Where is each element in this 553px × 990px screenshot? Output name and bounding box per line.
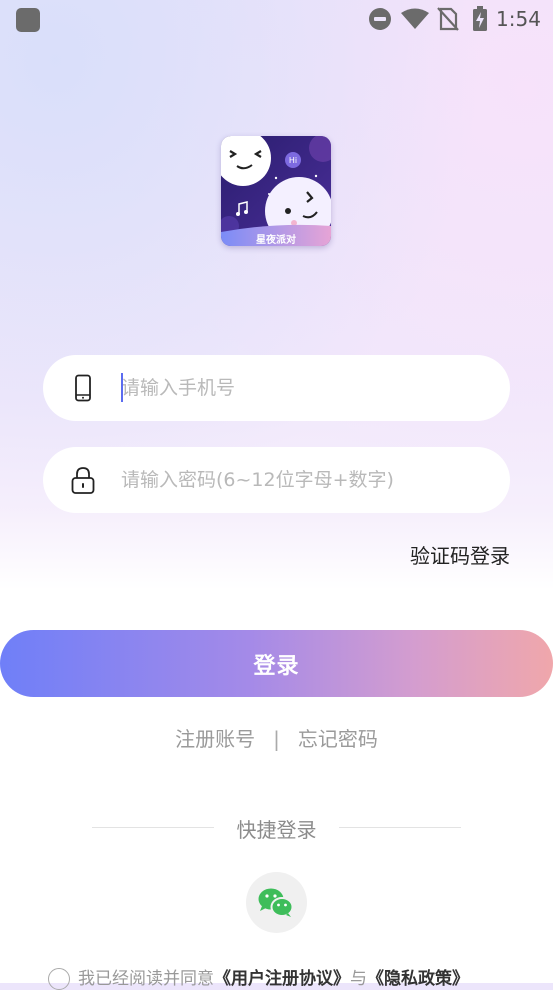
- agreement-conjunction: 与: [350, 969, 367, 989]
- forgot-password-link[interactable]: 忘记密码: [298, 723, 378, 752]
- password-input[interactable]: [121, 459, 491, 501]
- battery-charging-icon: [473, 6, 487, 31]
- phone-input-row[interactable]: [43, 355, 510, 421]
- do-not-disturb-icon: [369, 8, 391, 30]
- app-logo: Hi 星夜派对: [221, 136, 331, 246]
- phone-input[interactable]: [121, 367, 491, 409]
- user-agreement-link[interactable]: 《用户注册协议》: [214, 969, 350, 989]
- code-login-link[interactable]: 验证码登录: [410, 540, 510, 569]
- wechat-login-button[interactable]: [246, 872, 307, 933]
- agreement-prefix: 我已经阅读并同意: [78, 969, 214, 989]
- links-separator: |: [273, 727, 280, 751]
- login-button[interactable]: 登录: [0, 630, 553, 697]
- account-links: 注册账号 | 忘记密码: [0, 723, 553, 752]
- wechat-icon: [258, 888, 294, 917]
- password-input-row[interactable]: [43, 447, 510, 513]
- wifi-icon: [401, 8, 429, 29]
- quick-login-divider: 快捷登录: [0, 814, 553, 842]
- logo-bubble-text: Hi: [289, 156, 297, 165]
- no-sim-icon: [437, 7, 459, 31]
- lock-icon: [71, 467, 95, 494]
- logo-text: 星夜派对: [256, 233, 296, 246]
- agreement-row: 我已经阅读并同意《用户注册协议》与《隐私政策》: [48, 964, 528, 990]
- app-notification-icon: [16, 8, 40, 32]
- divider-line-right: [339, 827, 461, 828]
- phone-icon: [75, 374, 91, 402]
- privacy-policy-link[interactable]: 《隐私政策》: [367, 969, 469, 989]
- status-time: 1:54: [496, 7, 541, 31]
- text-cursor: [121, 373, 123, 402]
- register-link[interactable]: 注册账号: [175, 723, 255, 752]
- quick-login-label: 快捷登录: [236, 818, 317, 842]
- agree-checkbox[interactable]: [48, 968, 70, 990]
- status-bar: 1:54: [0, 0, 553, 38]
